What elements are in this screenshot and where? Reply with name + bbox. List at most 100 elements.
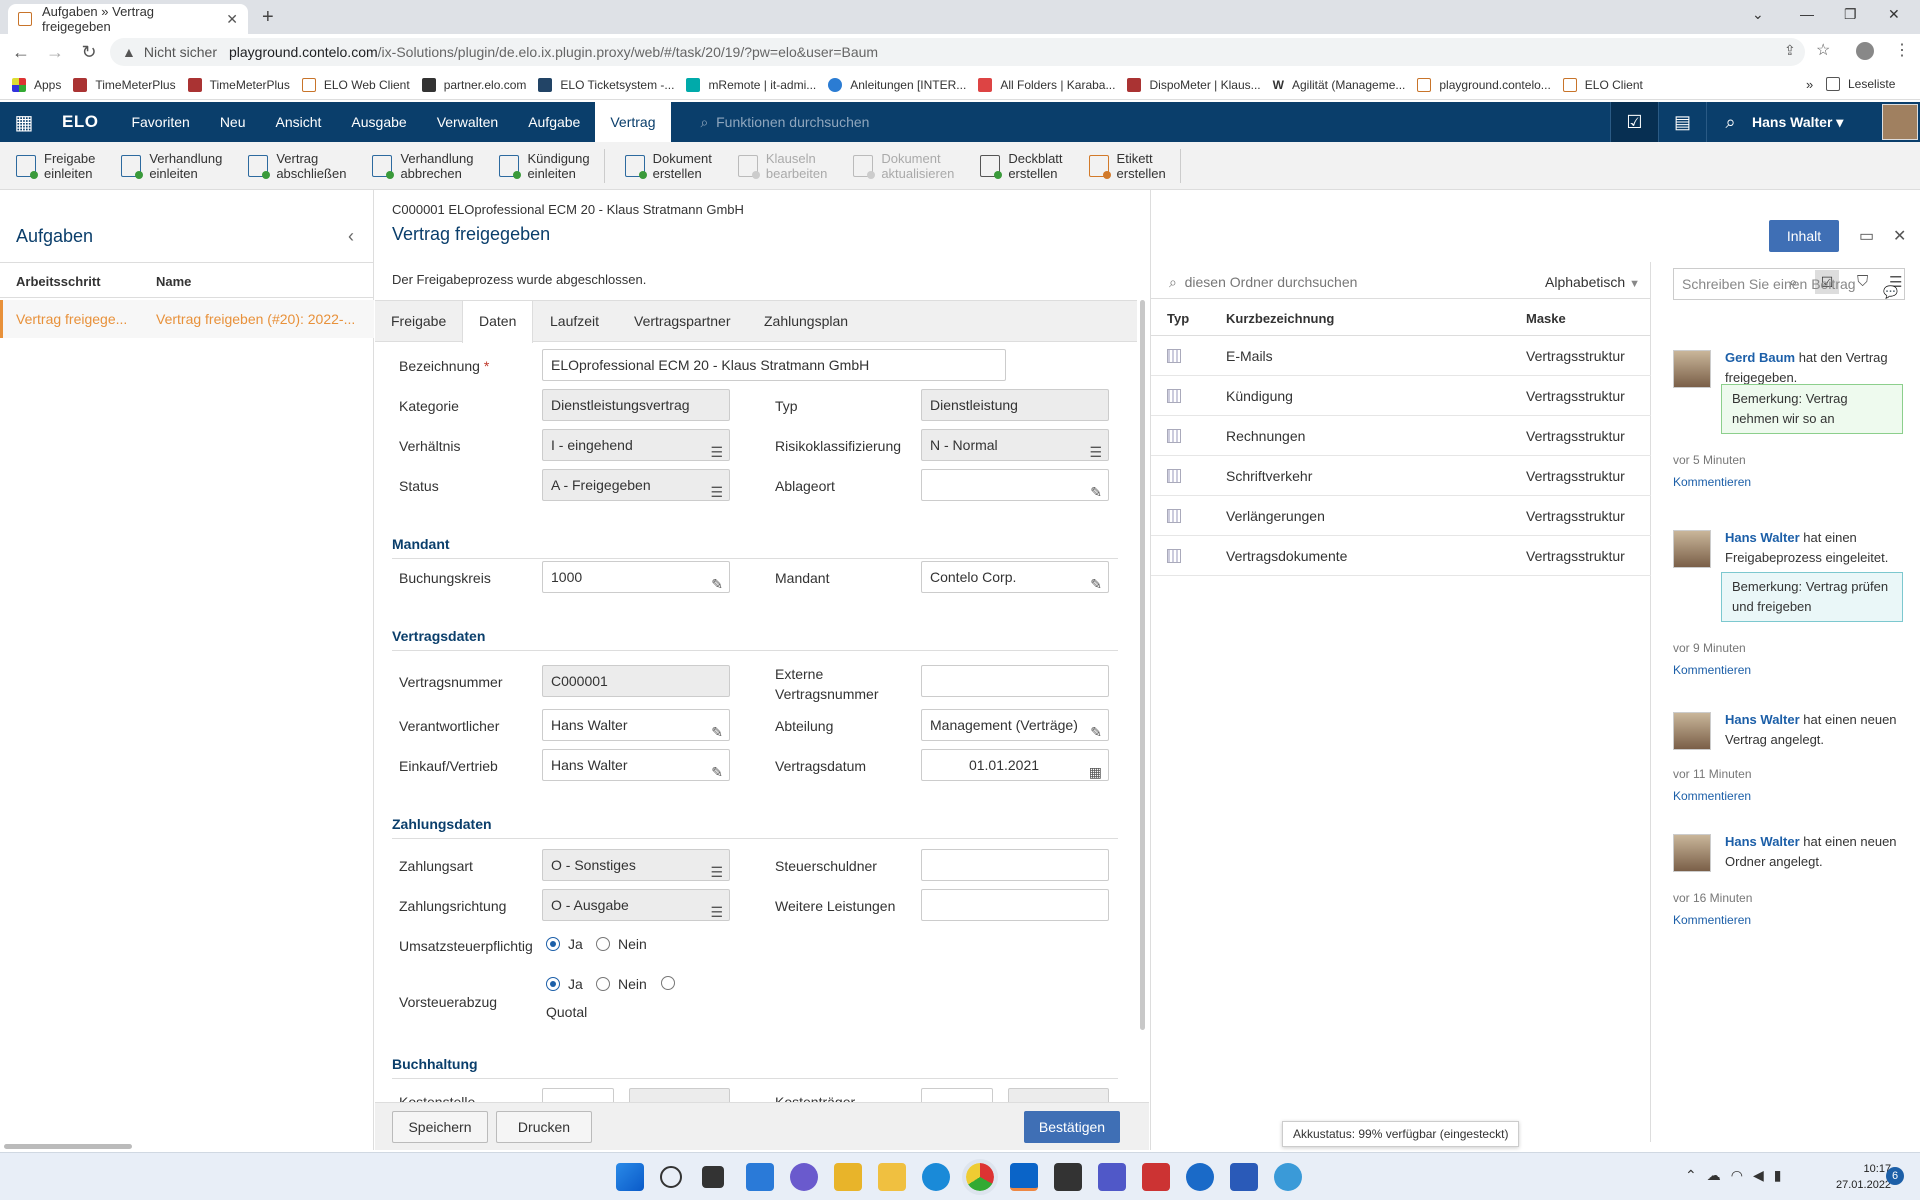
table-row[interactable]: E-Mails Vertragsstruktur: [1151, 336, 1651, 376]
sort-dropdown[interactable]: Alphabetisch ▼: [1545, 274, 1640, 290]
bookmark-apps[interactable]: Apps: [12, 77, 61, 92]
column-header-maske[interactable]: Maske: [1526, 311, 1566, 326]
steuerschuldner-field[interactable]: [921, 849, 1109, 881]
dokument-erstellen-button[interactable]: Dokument erstellen: [609, 151, 722, 181]
edit-pencil-icon[interactable]: ✎: [1090, 717, 1102, 740]
bookmark-star-icon[interactable]: ☆: [1816, 40, 1830, 60]
verhaeltnis-field[interactable]: I - eingehend ☰: [542, 429, 730, 461]
chat-icon[interactable]: [790, 1163, 818, 1191]
teamviewer-icon[interactable]: [1186, 1163, 1214, 1191]
restore-button[interactable]: ❐: [1844, 6, 1857, 23]
search-icon[interactable]: [660, 1166, 682, 1188]
status-field[interactable]: A - Freigegeben ☰: [542, 469, 730, 501]
kostenstelle-field[interactable]: ✎: [542, 1088, 614, 1102]
weitere-leistungen-field[interactable]: [921, 889, 1109, 921]
edit-pencil-icon[interactable]: ✎: [1090, 477, 1102, 500]
function-search[interactable]: ⌕ Funktionen durchsuchen: [701, 114, 870, 131]
menu-kebab-icon[interactable]: ⋮: [1894, 40, 1910, 60]
minimize-button[interactable]: —: [1800, 6, 1814, 22]
menu-neu[interactable]: Neu: [205, 102, 261, 142]
bookmark-elo-client[interactable]: ELO Client: [1562, 77, 1643, 92]
column-header-step[interactable]: Arbeitsschritt: [16, 274, 101, 289]
abteilung-field[interactable]: Management (Verträge) ✎: [921, 709, 1109, 741]
list-picker-icon[interactable]: ☰: [710, 437, 723, 460]
tab-zahlungsplan[interactable]: Zahlungsplan: [748, 301, 864, 342]
comment-link[interactable]: Kommentieren: [1673, 660, 1751, 680]
table-row[interactable]: Verlängerungen Vertragsstruktur: [1151, 496, 1651, 536]
vertrag-abschliessen-button[interactable]: Vertrag abschließen: [232, 151, 356, 181]
bookmark-dispometer[interactable]: DispoMeter | Klaus...: [1127, 77, 1261, 92]
url-bar[interactable]: ▲ Nicht sicher playground.contelo.com/ix…: [110, 38, 1805, 66]
dokument-aktualisieren-button[interactable]: Dokument aktualisieren: [837, 151, 964, 181]
klauseln-bearbeiten-button[interactable]: Klauseln bearbeiten: [722, 151, 837, 181]
freigabe-einleiten-button[interactable]: Freigabe einleiten: [0, 151, 105, 181]
table-row[interactable]: Vertragsdokumente Vertragsstruktur: [1151, 536, 1651, 576]
file-explorer-icon[interactable]: [878, 1163, 906, 1191]
ablageort-field[interactable]: ✎: [921, 469, 1109, 501]
notification-badge[interactable]: 6: [1886, 1167, 1904, 1185]
list-picker-icon[interactable]: ☰: [710, 477, 723, 500]
app-grid-icon[interactable]: ▦: [0, 102, 48, 142]
bookmark-partner-elo[interactable]: partner.elo.com: [421, 77, 526, 92]
bookmark-all-folders[interactable]: All Folders | Karaba...: [978, 77, 1115, 92]
vst-ja-radio[interactable]: Ja: [546, 976, 583, 992]
ust-nein-radio[interactable]: Nein: [596, 936, 647, 952]
edge-icon[interactable]: [922, 1163, 950, 1191]
comment-link[interactable]: Kommentieren: [1673, 472, 1751, 492]
reading-list[interactable]: Leseliste: [1826, 77, 1895, 91]
einkauf-vertrieb-field[interactable]: Hans Walter ✎: [542, 749, 730, 781]
list-picker-icon[interactable]: ☰: [1089, 437, 1102, 460]
app-icon[interactable]: [834, 1163, 862, 1191]
folder-search-input[interactable]: ⌕ diesen Ordner durchsuchen: [1169, 274, 1357, 291]
kategorie-field[interactable]: Dienstleistungsvertrag: [542, 389, 730, 421]
kostentraeger-field[interactable]: ✎: [921, 1088, 993, 1102]
bookmark-playground[interactable]: playground.contelo...: [1417, 77, 1551, 92]
bookmark-timemeterplus-2[interactable]: TimeMeterPlus: [187, 77, 290, 92]
verhandlung-einleiten-button[interactable]: Verhandlung einleiten: [105, 151, 232, 181]
list-picker-icon[interactable]: ☰: [710, 857, 723, 880]
zahlungsrichtung-field[interactable]: O - Ausgabe ☰: [542, 889, 730, 921]
avatar[interactable]: [1882, 104, 1918, 140]
edit-pencil-icon[interactable]: ✎: [711, 757, 723, 780]
ust-ja-radio[interactable]: Ja: [546, 936, 583, 952]
kuendigung-einleiten-button[interactable]: Kündigung einleiten: [483, 151, 599, 181]
widgets-icon[interactable]: [746, 1163, 774, 1191]
edit-pencil-icon[interactable]: ✎: [711, 569, 723, 592]
header-search-icon[interactable]: ⌕: [1706, 102, 1754, 142]
new-tab-button[interactable]: +: [262, 6, 274, 29]
word-icon[interactable]: [1230, 1163, 1258, 1191]
confirm-button[interactable]: Bestätigen: [1024, 1111, 1120, 1143]
close-window-button[interactable]: ✕: [1888, 6, 1900, 23]
zahlungsart-field[interactable]: O - Sonstiges ☰: [542, 849, 730, 881]
chrome-icon[interactable]: [962, 1159, 998, 1195]
typ-field[interactable]: Dienstleistung: [921, 389, 1109, 421]
more-bookmarks-icon[interactable]: »: [1806, 77, 1813, 92]
share-icon[interactable]: ⇪: [1784, 42, 1796, 59]
tasks-check-icon[interactable]: ☑: [1610, 102, 1658, 142]
collapse-chevron-icon[interactable]: ‹: [348, 226, 354, 247]
column-header-kurzbezeichnung[interactable]: Kurzbezeichnung: [1226, 311, 1334, 326]
close-icon[interactable]: ✕: [1893, 226, 1906, 246]
risiko-field[interactable]: N - Normal ☰: [921, 429, 1109, 461]
buchungskreis-field[interactable]: 1000 ✎: [542, 561, 730, 593]
user-menu[interactable]: Hans Walter ▾: [1752, 102, 1843, 142]
calendar-icon[interactable]: ▤: [1658, 102, 1706, 142]
horizontal-scrollbar[interactable]: [4, 1144, 132, 1149]
bookmark-timemeterplus-1[interactable]: TimeMeterPlus: [73, 77, 176, 92]
system-tray[interactable]: ⌃☁◠◀▮: [1685, 1167, 1791, 1184]
bookmark-agilitaet[interactable]: W Agilität (Manageme...: [1273, 78, 1406, 92]
menu-favoriten[interactable]: Favoriten: [116, 102, 204, 142]
verhandlung-abbrechen-button[interactable]: Verhandlung abbrechen: [356, 151, 483, 181]
menu-ansicht[interactable]: Ansicht: [261, 102, 337, 142]
globe-icon[interactable]: [1274, 1163, 1302, 1191]
column-header-typ[interactable]: Typ: [1167, 311, 1189, 326]
vst-quotal-radio[interactable]: [661, 976, 683, 990]
tab-laufzeit[interactable]: Laufzeit: [534, 301, 615, 342]
notes-icon[interactable]: [1054, 1163, 1082, 1191]
edit-pencil-icon[interactable]: ✎: [711, 717, 723, 740]
edit-pencil-icon[interactable]: ✎: [1090, 569, 1102, 592]
comment-link[interactable]: Kommentieren: [1673, 910, 1751, 930]
profile-icon[interactable]: [1856, 42, 1874, 60]
save-button[interactable]: Speichern: [392, 1111, 488, 1143]
tab-freigabe[interactable]: Freigabe: [375, 301, 462, 342]
